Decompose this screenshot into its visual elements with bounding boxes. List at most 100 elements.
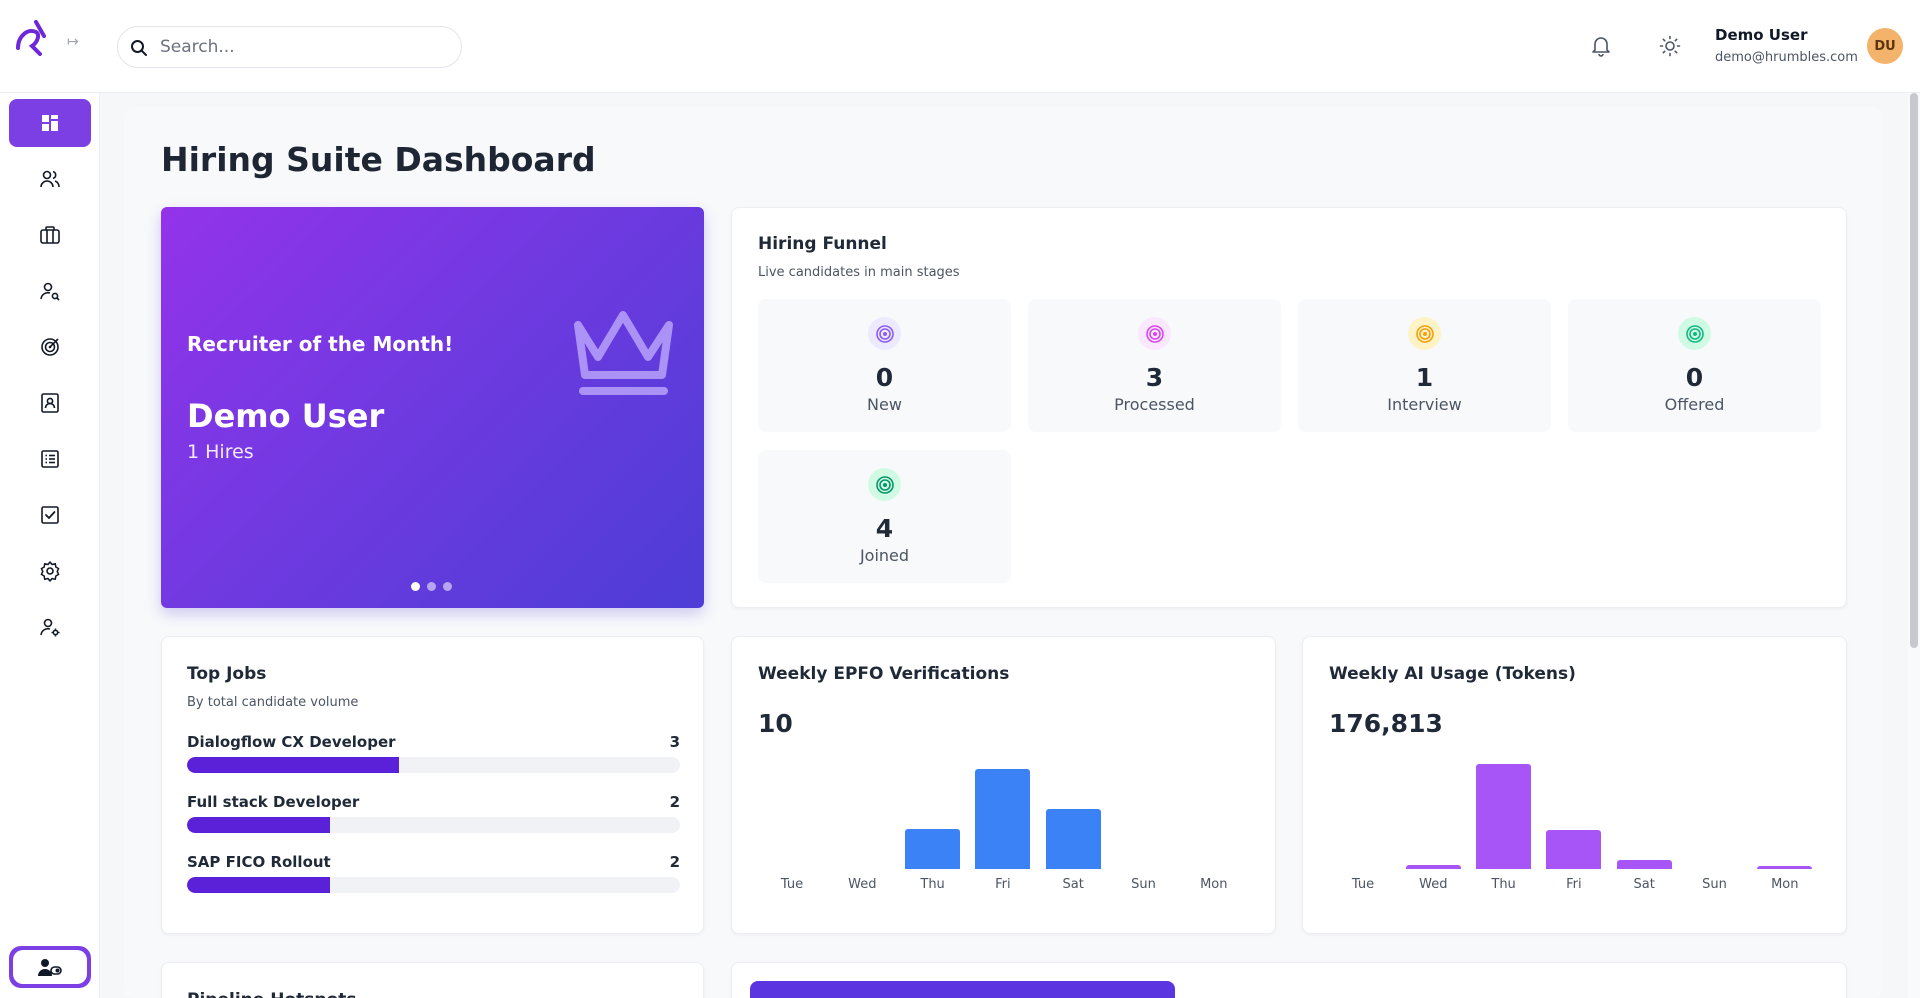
sidebar — [0, 93, 100, 998]
stage-count: 3 — [1145, 363, 1164, 392]
chart-bar-thu[interactable] — [1476, 764, 1532, 869]
top-jobs-title: Top Jobs — [187, 664, 267, 684]
sidebar-item-settings[interactable] — [9, 547, 91, 595]
stage-label: Processed — [1114, 395, 1195, 414]
carousel-dot[interactable] — [443, 582, 452, 591]
stage-count: 0 — [875, 363, 894, 392]
user-toggle-icon — [38, 959, 62, 976]
carousel-dot[interactable] — [411, 582, 420, 591]
page-scrollbar[interactable] — [1908, 93, 1920, 998]
chart-bar-thu[interactable] — [905, 829, 961, 869]
chart-tick-label: Sun — [1131, 877, 1156, 892]
collapse-sidebar-icon[interactable]: ↦ — [67, 34, 79, 50]
user-search-icon — [40, 282, 60, 301]
stage-count: 0 — [1685, 363, 1704, 392]
page-title: Hiring Suite Dashboard — [161, 140, 596, 179]
user-email: demo@hrumbles.com — [1715, 50, 1858, 65]
chart-tick-label: Mon — [1200, 877, 1228, 892]
recruiter-of-month-card[interactable]: Recruiter of the Month! Demo User 1 Hire… — [161, 207, 704, 608]
job-title: Dialogflow CX Developer — [187, 733, 396, 751]
settings-icon — [40, 561, 60, 582]
chart-bar-sat[interactable] — [1616, 860, 1672, 869]
target-icon — [1678, 317, 1711, 350]
list-icon — [41, 450, 59, 468]
stage-label: New — [867, 395, 902, 414]
job-progress-track — [187, 817, 680, 833]
sidebar-item-jobs[interactable] — [9, 211, 91, 259]
pipeline-hotspots-title: Pipeline Hotspots — [187, 990, 356, 998]
funnel-stage-offered[interactable]: 0 Offered — [1568, 299, 1821, 432]
chart-tick-label: Wed — [848, 877, 877, 892]
job-count: 2 — [669, 853, 680, 871]
sidebar-item-tasks[interactable] — [9, 491, 91, 539]
epfo-total: 10 — [758, 709, 793, 738]
users-icon — [40, 170, 60, 188]
chart-bar-mon[interactable] — [1757, 866, 1813, 869]
dashboard-icon — [42, 115, 58, 131]
job-title: SAP FICO Rollout — [187, 853, 331, 871]
notification-bell-icon[interactable] — [1591, 35, 1611, 57]
epfo-verifications-card: Weekly EPFO Verifications 10 Tue Wed Thu Fr… — [731, 636, 1276, 934]
funnel-stage-joined[interactable]: 4 Joined — [758, 450, 1011, 583]
scrollbar-thumb[interactable] — [1910, 93, 1918, 648]
stage-label: Joined — [859, 546, 910, 565]
search-input[interactable] — [160, 36, 450, 58]
top-bar: ↦ Demo User demo@hrumbles.com DU — [0, 0, 1920, 93]
crown-icon — [574, 311, 673, 395]
user-name[interactable]: Demo User — [1715, 26, 1807, 44]
job-progress-track — [187, 877, 680, 893]
pipeline-hotspots-card: Pipeline Hotspots — [161, 962, 704, 998]
stage-label: Interview — [1387, 395, 1462, 414]
hero-subtitle: Recruiter of the Month! — [187, 332, 454, 356]
funnel-subtitle: Live candidates in main stages — [758, 265, 960, 280]
sidebar-item-dashboard[interactable] — [9, 99, 91, 147]
target-icon — [868, 317, 901, 350]
search-bar[interactable] — [117, 26, 462, 68]
lower-banner[interactable] — [750, 981, 1175, 998]
job-count: 3 — [669, 733, 680, 751]
funnel-stage-new[interactable]: 0 New — [758, 299, 1011, 432]
mode-toggle-inner — [13, 950, 87, 984]
job-progress-track — [187, 757, 680, 773]
job-count: 2 — [669, 793, 680, 811]
job-progress-fill — [187, 817, 330, 833]
checklist-icon — [41, 506, 59, 524]
mode-toggle-button[interactable] — [9, 946, 91, 988]
chart-tick-label: Mon — [1771, 877, 1799, 892]
funnel-stage-interview[interactable]: 1 Interview — [1298, 299, 1551, 432]
sidebar-item-contacts[interactable] — [9, 379, 91, 427]
app-logo[interactable] — [14, 18, 50, 56]
carousel-dot[interactable] — [427, 582, 436, 591]
hero-recruiter-name: Demo User — [187, 397, 385, 435]
chart-bar-fri[interactable] — [975, 769, 1031, 869]
chart-tick-label: Tue — [780, 877, 804, 892]
contact-book-icon — [41, 393, 59, 413]
sidebar-item-candidates[interactable] — [9, 267, 91, 315]
stage-count: 1 — [1415, 363, 1434, 392]
job-progress-fill — [187, 757, 399, 773]
chart-tick-label: Thu — [1491, 877, 1516, 892]
chart-tick-label: Sat — [1062, 877, 1084, 892]
target-icon — [1138, 317, 1171, 350]
chart-bar-wed[interactable] — [1405, 865, 1461, 869]
sidebar-item-user-settings[interactable] — [9, 603, 91, 651]
target-icon — [41, 338, 59, 356]
chart-bar-fri[interactable] — [1546, 830, 1602, 869]
chart-tick-label: Tue — [1351, 877, 1375, 892]
chart-bar-sat[interactable] — [1045, 809, 1101, 869]
epfo-title: Weekly EPFO Verifications — [758, 664, 1010, 684]
sidebar-item-users[interactable] — [9, 155, 91, 203]
top-jobs-card: Top Jobs By total candidate volume Dialo… — [161, 636, 704, 934]
avatar[interactable]: DU — [1867, 28, 1903, 64]
sidebar-item-lists[interactable] — [9, 435, 91, 483]
chart-tick-label: Fri — [995, 877, 1011, 892]
chart-tick-label: Sat — [1633, 877, 1655, 892]
stage-label: Offered — [1664, 395, 1725, 414]
carousel-dots — [411, 582, 452, 591]
job-progress-fill — [187, 877, 330, 893]
theme-toggle-sun-icon[interactable] — [1659, 35, 1681, 57]
funnel-stage-processed[interactable]: 3 Processed — [1028, 299, 1281, 432]
sidebar-item-goals[interactable] — [9, 323, 91, 371]
target-icon — [1408, 317, 1441, 350]
ai-usage-card: Weekly AI Usage (Tokens) 176,813 Tue Wed T… — [1302, 636, 1847, 934]
